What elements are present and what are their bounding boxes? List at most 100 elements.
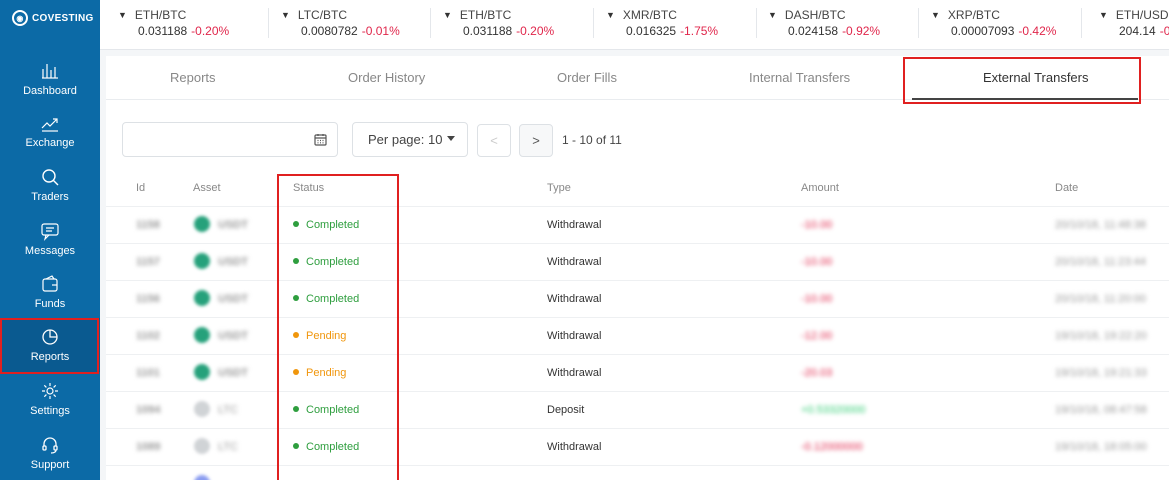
row-date: 20/10/18, 11:20:00	[1055, 293, 1146, 305]
litecoin-icon	[194, 438, 210, 454]
status-label: Completed	[306, 256, 360, 268]
column-header-id[interactable]: Id	[136, 182, 145, 194]
calendar-icon[interactable]	[314, 133, 327, 146]
table-row[interactable]: 1158 USDT Completed Withdrawal -10.00 20…	[106, 206, 1169, 243]
column-header-asset[interactable]: Asset	[193, 182, 221, 194]
table-row[interactable]: 1094 LTC Completed Deposit +0.53320000 1…	[106, 391, 1169, 428]
row-status: Completed	[293, 293, 359, 305]
status-dot-icon	[293, 221, 299, 228]
ticker-pair: XRP/BTC	[947, 8, 1000, 22]
brand-name: COVESTING	[32, 12, 94, 24]
sidebar-item-support[interactable]: Support	[0, 426, 100, 480]
wallet-icon	[42, 275, 58, 292]
row-amount: -20.03	[801, 367, 833, 379]
tab-internal-transfers[interactable]: Internal Transfers	[749, 70, 850, 85]
table-row[interactable]	[106, 465, 1169, 480]
sidebar-item-settings[interactable]: Settings	[0, 372, 100, 426]
brand-logo[interactable]: ◉ COVESTING	[12, 10, 94, 26]
row-asset: USDT	[218, 367, 248, 379]
tab-order-history[interactable]: Order History	[348, 70, 425, 85]
ticker-change: -0.92%	[842, 24, 881, 38]
ticker-price: 0.016325	[626, 24, 677, 38]
status-label: Completed	[306, 404, 360, 416]
table-row[interactable]: 1156 USDT Completed Withdrawal -10.00 20…	[106, 280, 1169, 317]
row-status: Pending	[293, 367, 346, 379]
ticker-bar: ▼ ETH/BTC 0.031188 -0.20% ▼ LTC/BTC 0.00807…	[100, 0, 1169, 50]
row-amount: -10.00	[801, 293, 833, 305]
ticker-item[interactable]: ▼ ETH/BTC 0.031188 -0.20%	[118, 8, 229, 38]
row-type: Withdrawal	[547, 441, 602, 453]
row-type: Withdrawal	[547, 367, 602, 379]
ticker-price: 0.0080782	[301, 24, 358, 38]
sidebar-item-reports[interactable]: Reports	[0, 318, 100, 372]
ticker-item[interactable]: ▼ XRP/BTC 0.00007093 -0.42%	[931, 8, 1056, 38]
tab-order-fills[interactable]: Order Fills	[557, 70, 617, 85]
ticker-change: -0	[1159, 24, 1169, 38]
ticker-divider	[1081, 8, 1082, 38]
status-dot-icon	[293, 258, 299, 265]
report-tabs: Reports Order History Order Fills Intern…	[106, 56, 1169, 100]
chat-icon	[41, 223, 59, 241]
row-date: 19/10/18, 18:05:00	[1055, 441, 1147, 453]
tab-reports[interactable]: Reports	[170, 70, 216, 85]
row-id: 1157	[136, 256, 160, 268]
sidebar-item-traders[interactable]: Traders	[0, 158, 100, 212]
row-amount: -10.00	[801, 256, 833, 268]
row-asset: USDT	[218, 256, 248, 268]
chevron-down-icon: ▼	[281, 10, 290, 20]
sidebar-item-label: Settings	[30, 405, 70, 417]
column-header-amount[interactable]: Amount	[801, 182, 839, 194]
date-range-input[interactable]	[122, 122, 338, 157]
previous-page-button[interactable]: <	[477, 124, 511, 157]
table-row[interactable]: 1101 USDT Pending Withdrawal -20.03 19/1…	[106, 354, 1169, 391]
status-label: Completed	[306, 219, 360, 231]
ticker-item[interactable]: ▼ DASH/BTC 0.024158 -0.92%	[768, 8, 880, 38]
ticker-pair: ETH/USD	[1115, 8, 1169, 22]
sidebar-item-label: Funds	[34, 298, 66, 310]
sidebar-item-exchange[interactable]: Exchange	[0, 104, 100, 158]
row-type: Withdrawal	[547, 330, 602, 342]
column-header-date[interactable]: Date	[1055, 182, 1078, 194]
row-type: Withdrawal	[547, 256, 602, 268]
sidebar: ◉ COVESTING Dashboard Exchange Traders M…	[0, 0, 100, 480]
sidebar-item-funds[interactable]: Funds	[0, 265, 100, 319]
row-status: Completed	[293, 404, 359, 416]
ticker-pair: XMR/BTC	[622, 8, 677, 22]
table-row[interactable]: 1157 USDT Completed Withdrawal -10.00 20…	[106, 243, 1169, 280]
chevron-down-icon: ▼	[931, 10, 940, 20]
sidebar-item-dashboard[interactable]: Dashboard	[0, 52, 100, 106]
row-asset: USDT	[218, 330, 248, 342]
sidebar-item-label: Traders	[31, 191, 69, 203]
per-page-select[interactable]: Per page: 10	[352, 122, 468, 157]
status-label: Pending	[306, 367, 347, 379]
row-asset: USDT	[218, 219, 248, 231]
row-id: 1156	[136, 293, 160, 305]
ticker-item[interactable]: ▼ LTC/BTC 0.0080782 -0.01%	[281, 8, 400, 38]
ticker-item[interactable]: ▼ ETH/USD 204.14-0	[1099, 8, 1169, 38]
gear-icon	[42, 383, 58, 399]
table-row[interactable]: 1102 USDT Pending Withdrawal -12.00 19/1…	[106, 317, 1169, 354]
status-label: Completed	[306, 441, 360, 453]
ticker-divider	[756, 8, 757, 38]
row-amount: -10.00	[801, 219, 833, 231]
ticker-change: -0.42%	[1018, 24, 1057, 38]
sidebar-item-label: Exchange	[25, 137, 75, 149]
row-amount: -0.12000000	[801, 441, 863, 453]
next-page-button[interactable]: >	[519, 124, 553, 157]
table-row[interactable]: 1089 LTC Completed Withdrawal -0.1200000…	[106, 428, 1169, 465]
row-status: Completed	[293, 256, 359, 268]
tab-external-transfers[interactable]: External Transfers	[983, 70, 1089, 85]
ticker-change: -0.01%	[361, 24, 400, 38]
ticker-divider	[268, 8, 269, 38]
column-header-type[interactable]: Type	[547, 182, 571, 194]
column-header-status[interactable]: Status	[293, 182, 324, 194]
ticker-item[interactable]: ▼ XMR/BTC 0.016325 -1.75%	[606, 8, 718, 38]
sidebar-item-messages[interactable]: Messages	[0, 212, 100, 266]
row-id: 1102	[136, 330, 160, 342]
ticker-item[interactable]: ▼ ETH/BTC 0.031188 -0.20%	[443, 8, 554, 38]
sidebar-item-label: Messages	[24, 245, 76, 257]
ticker-change: -0.20%	[191, 24, 230, 38]
row-status: Completed	[293, 219, 359, 231]
row-status: Pending	[293, 330, 346, 342]
ticker-price: 0.024158	[788, 24, 839, 38]
